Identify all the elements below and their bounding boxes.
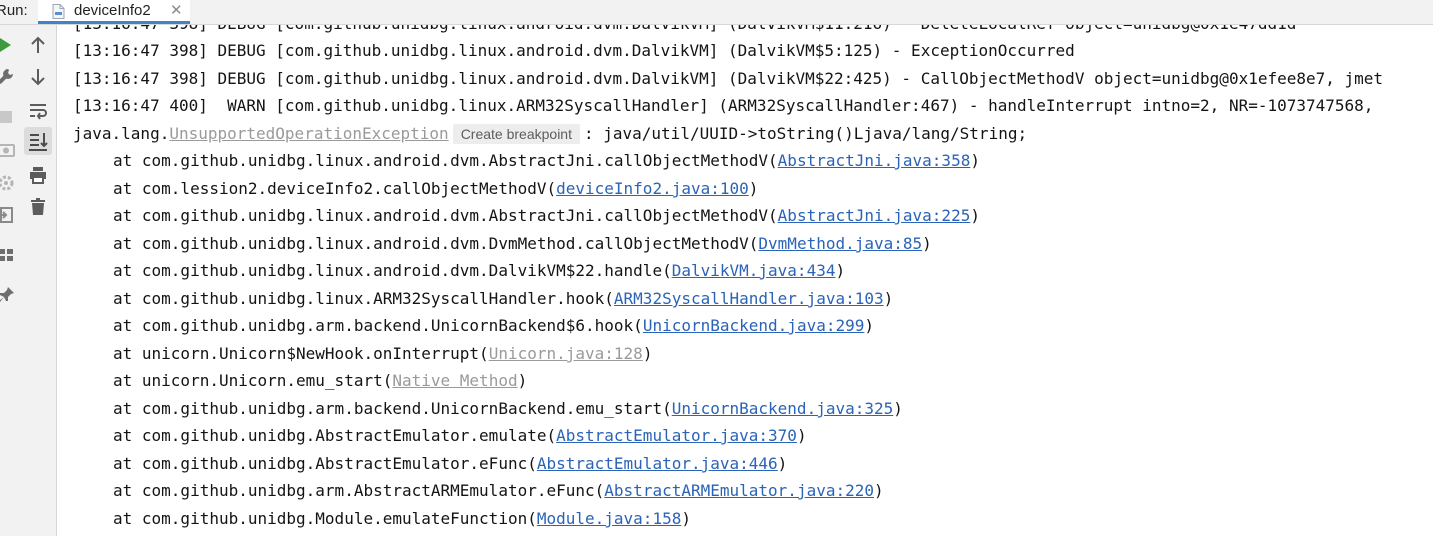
stack-frame-text: at com.github.unidbg.Module.emulateFunct… xyxy=(113,509,537,528)
source-link[interactable]: Module.java:158 xyxy=(537,509,682,528)
stack-frame: at com.github.unidbg.Module.emulateFunct… xyxy=(113,505,691,532)
exception-line: java.lang.UnsupportedOperationException C… xyxy=(73,120,1027,147)
run-side-strip xyxy=(0,25,20,536)
close-paren: ) xyxy=(864,316,875,335)
exception-prefix: java.lang. xyxy=(73,124,170,143)
stack-frame: at com.github.unidbg.arm.AbstractARMEmul… xyxy=(113,477,884,504)
source-link[interactable]: Native Method xyxy=(392,371,517,390)
wrench-icon[interactable] xyxy=(0,65,18,89)
source-link[interactable]: DalvikVM.java:434 xyxy=(672,261,836,280)
soft-wrap-icon[interactable] xyxy=(26,99,50,123)
stop-icon[interactable] xyxy=(0,105,18,129)
close-paren: ) xyxy=(681,509,691,528)
layout-icon[interactable] xyxy=(0,243,18,267)
source-link[interactable]: AbstractJni.java:225 xyxy=(778,206,971,225)
file-icon xyxy=(52,4,65,19)
close-paren: ) xyxy=(748,179,759,198)
source-link[interactable]: deviceInfo2.java:100 xyxy=(556,179,749,198)
stack-frame: at com.github.unidbg.linux.ARM32SyscallH… xyxy=(113,285,893,312)
scroll-to-end-icon[interactable] xyxy=(24,127,52,155)
close-paren: ) xyxy=(517,371,528,390)
login-icon[interactable] xyxy=(0,203,18,227)
stack-frame: at com.github.unidbg.arm.backend.Unicorn… xyxy=(113,395,903,422)
exception-class-link[interactable]: UnsupportedOperationException xyxy=(169,124,448,143)
stack-frame-text: at com.github.unidbg.AbstractEmulator.eF… xyxy=(113,454,537,473)
stack-frame-text: at com.github.unidbg.linux.android.dvm.D… xyxy=(113,261,672,280)
trash-icon[interactable] xyxy=(26,195,50,219)
stack-frame-text: at com.github.unidbg.AbstractEmulator.em… xyxy=(113,426,557,445)
source-link[interactable]: DvmMethod.java:85 xyxy=(758,234,922,253)
close-paren: ) xyxy=(835,261,846,280)
close-paren: ) xyxy=(883,289,894,308)
stack-frame: at com.github.unidbg.arm.backend.Unicorn… xyxy=(113,312,874,339)
console-output[interactable]: [13:16:47 398] DEBUG [com.github.unidbg.… xyxy=(57,25,1433,536)
tab-deviceinfo2[interactable]: deviceInfo2 ✕ xyxy=(38,0,190,24)
run-label: Run: xyxy=(0,2,28,19)
log-line: [13:16:47 398] DEBUG [com.github.unidbg.… xyxy=(73,41,1075,60)
pin-icon[interactable] xyxy=(0,283,18,307)
stack-frame-text: at com.github.unidbg.arm.AbstractARMEmul… xyxy=(113,481,605,500)
log-line: [13:16:47 400] WARN [com.github.unidbg.l… xyxy=(73,96,1374,115)
settings-icon[interactable] xyxy=(0,171,18,195)
stack-frame-text: at com.github.unidbg.linux.android.dvm.D… xyxy=(113,234,759,253)
source-link[interactable]: UnicornBackend.java:325 xyxy=(672,399,894,418)
console-toolbar xyxy=(19,25,57,536)
close-paren: ) xyxy=(922,234,932,253)
stack-frame-text: at com.github.unidbg.arm.backend.Unicorn… xyxy=(113,399,672,418)
run-tab-bar: Run: deviceInfo2 ✕ xyxy=(0,0,1433,25)
source-link[interactable]: AbstractEmulator.java:446 xyxy=(537,454,778,473)
stack-frame-text: at com.github.unidbg.linux.ARM32SyscallH… xyxy=(113,289,614,308)
stack-frame: at com.lession2.deviceInfo2.callObjectMe… xyxy=(113,175,758,202)
stack-frame: at unicorn.Unicorn.emu_start(Native Meth… xyxy=(113,367,527,394)
source-link[interactable]: ARM32SyscallHandler.java:103 xyxy=(614,289,884,308)
source-link[interactable]: AbstractJni.java:358 xyxy=(778,151,971,170)
stack-frame: at com.github.unidbg.linux.android.dvm.A… xyxy=(113,147,980,174)
stack-frame-text: at com.github.unidbg.linux.android.dvm.A… xyxy=(113,151,778,170)
stack-frame: at com.github.unidbg.AbstractEmulator.em… xyxy=(113,422,807,449)
tab-title: deviceInfo2 xyxy=(74,2,151,19)
camera-icon[interactable] xyxy=(0,137,18,161)
stack-frame-text: at unicorn.Unicorn.emu_start( xyxy=(113,371,393,390)
stack-frame: at unicorn.Unicorn$NewHook.onInterrupt(U… xyxy=(113,340,652,367)
arrow-down-icon[interactable] xyxy=(26,65,50,89)
stack-frame-text: at com.github.unidbg.linux.android.dvm.A… xyxy=(113,206,778,225)
close-paren: ) xyxy=(874,481,884,500)
log-line: [13:16:47 398] DEBUG [com.github.unidbg.… xyxy=(73,25,1296,37)
close-paren: ) xyxy=(970,151,980,170)
source-link[interactable]: Unicorn.java:128 xyxy=(489,344,643,363)
exception-message: : java/util/UUID->toString()Ljava/lang/S… xyxy=(583,124,1028,143)
close-paren: ) xyxy=(642,344,653,363)
close-paren: ) xyxy=(796,426,807,445)
stack-frame: at com.github.unidbg.linux.android.dvm.A… xyxy=(113,202,980,229)
run-icon[interactable] xyxy=(0,33,18,57)
source-link[interactable]: AbstractEmulator.java:370 xyxy=(556,426,797,445)
close-paren: ) xyxy=(777,454,788,473)
arrow-up-icon[interactable] xyxy=(26,33,50,57)
source-link[interactable]: UnicornBackend.java:299 xyxy=(643,316,865,335)
close-paren: ) xyxy=(970,206,980,225)
stack-frame: at com.github.unidbg.linux.android.dvm.D… xyxy=(113,230,932,257)
close-icon[interactable]: ✕ xyxy=(170,1,183,19)
print-icon[interactable] xyxy=(26,163,50,187)
stack-frame-text: at com.lession2.deviceInfo2.callObjectMe… xyxy=(113,179,557,198)
stack-frame-text: at com.github.unidbg.arm.backend.Unicorn… xyxy=(113,316,643,335)
create-breakpoint-hint[interactable]: Create breakpoint xyxy=(452,124,580,144)
log-line: [13:16:47 398] DEBUG [com.github.unidbg.… xyxy=(73,69,1384,88)
stack-frame: at com.github.unidbg.linux.android.dvm.D… xyxy=(113,257,845,284)
stack-frame-text: at unicorn.Unicorn$NewHook.onInterrupt( xyxy=(113,344,489,363)
stack-frame: at com.github.unidbg.AbstractEmulator.eF… xyxy=(113,450,787,477)
close-paren: ) xyxy=(893,399,903,418)
source-link[interactable]: AbstractARMEmulator.java:220 xyxy=(604,481,874,500)
